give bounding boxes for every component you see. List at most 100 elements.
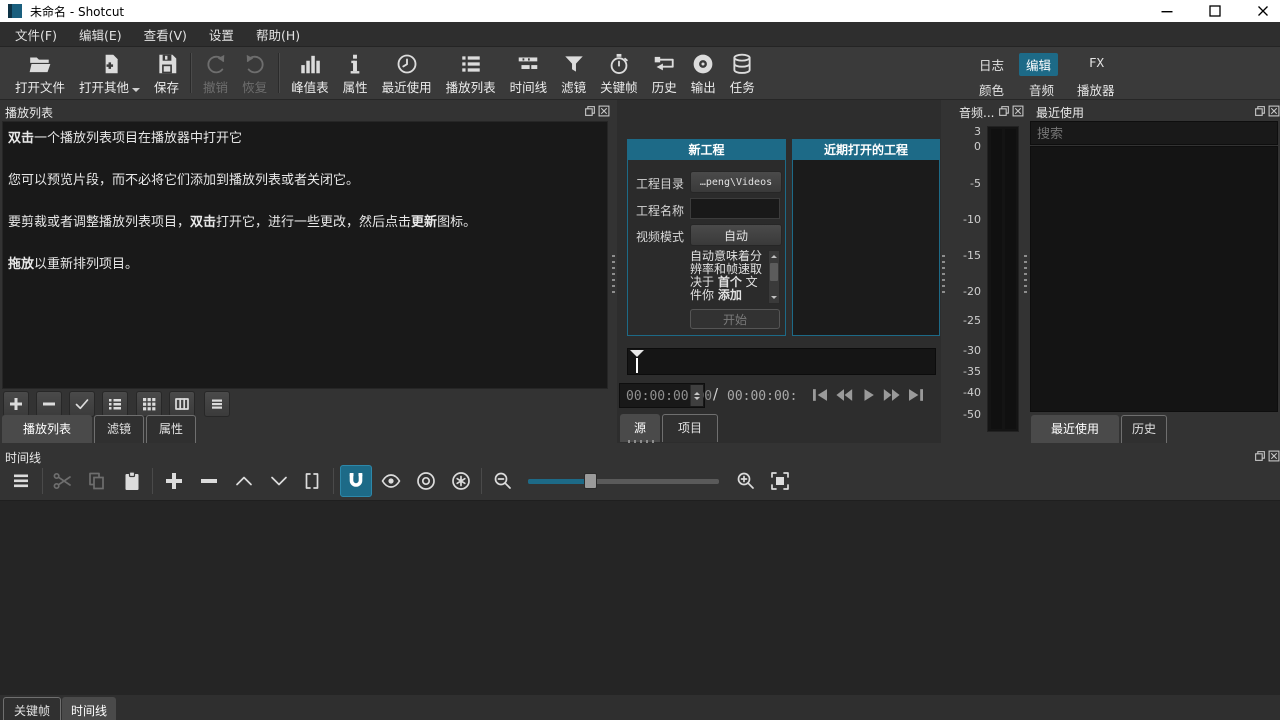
recent-search-input[interactable] [1030, 121, 1278, 145]
video-mode-button[interactable]: 自动 [690, 224, 782, 246]
layout-fx-button[interactable]: FX [1082, 53, 1111, 72]
tab-recent[interactable]: 最近使用 [1031, 415, 1119, 443]
properties-button[interactable]: 属性 [336, 48, 375, 98]
close-panel-icon[interactable] [597, 104, 610, 117]
spin-up-icon[interactable] [694, 389, 700, 395]
layout-player-button[interactable]: 播放器 [1070, 78, 1122, 101]
player-scrubber[interactable] [627, 348, 936, 375]
layout-logging-button[interactable]: 日志 [972, 53, 1011, 76]
close-panel-icon[interactable] [1267, 104, 1280, 117]
splitter-handle[interactable] [612, 255, 615, 295]
close-icon [1257, 5, 1269, 17]
float-panel-icon[interactable] [1253, 449, 1266, 462]
view-details-button[interactable] [102, 391, 128, 417]
recent-list[interactable] [1030, 146, 1278, 412]
playlist-info-area: 双击一个播放列表项目在播放器中打开它 您可以预览片段，而不必将它们添加到播放列表… [2, 121, 608, 389]
spin-down-icon[interactable] [694, 397, 700, 403]
export-button[interactable]: 输出 [684, 48, 723, 98]
minimize-button[interactable] [1152, 0, 1182, 22]
project-dir-button[interactable]: …peng\Videos [690, 171, 782, 193]
scroll-up-icon[interactable] [769, 251, 779, 262]
tab-history[interactable]: 历史 [1121, 415, 1167, 443]
tab-filters[interactable]: 滤镜 [94, 415, 144, 443]
layout-color-button[interactable]: 颜色 [972, 78, 1011, 101]
ripple-all-tracks-button[interactable] [446, 466, 476, 496]
playlist-add-button[interactable] [3, 391, 29, 417]
redo-button[interactable]: 恢复 [235, 48, 274, 98]
undo-button[interactable]: 撤销 [196, 48, 235, 98]
tab-project[interactable]: 项目 [662, 414, 718, 442]
open-file-button[interactable]: 打开文件 [8, 48, 72, 98]
rewind-icon[interactable] [835, 387, 853, 403]
project-dir-label: 工程目录 [636, 175, 684, 192]
zoom-in-button[interactable] [731, 466, 761, 496]
timeline-menu-button[interactable] [6, 466, 36, 496]
splitter-handle[interactable] [628, 440, 654, 443]
tab-keyframes[interactable]: 关键帧 [3, 697, 61, 720]
tab-properties[interactable]: 属性 [146, 415, 196, 443]
scroll-thumb[interactable] [770, 263, 778, 281]
scrub-while-dragging-button[interactable] [376, 466, 406, 496]
start-button[interactable]: 开始 [690, 309, 780, 329]
tab-playlist[interactable]: 播放列表 [2, 415, 92, 443]
peak-meter-button[interactable]: 峰值表 [284, 48, 336, 98]
ripple-delete-button[interactable] [194, 466, 224, 496]
menu-settings[interactable]: 设置 [198, 21, 245, 48]
cut-button[interactable] [48, 466, 78, 496]
lift-button[interactable] [229, 466, 259, 496]
skip-start-icon[interactable] [811, 387, 829, 403]
snap-toggle-button[interactable] [340, 465, 372, 497]
split-button[interactable] [297, 466, 327, 496]
view-icons-button[interactable] [169, 391, 195, 417]
ripple-button[interactable] [411, 466, 441, 496]
menu-file[interactable]: 文件(F) [4, 21, 68, 48]
playlist-update-button[interactable] [69, 391, 95, 417]
close-panel-icon[interactable] [1267, 449, 1280, 462]
playlist-remove-button[interactable] [36, 391, 62, 417]
recent-projects-list[interactable] [793, 160, 939, 335]
float-panel-icon[interactable] [583, 104, 596, 117]
zoom-fit-button[interactable] [765, 466, 795, 496]
copy-button[interactable] [82, 466, 112, 496]
close-panel-icon[interactable] [1011, 104, 1024, 117]
playlist-menu-button[interactable] [204, 391, 230, 417]
float-panel-icon[interactable] [1253, 104, 1266, 117]
splitter-handle[interactable] [942, 255, 945, 295]
filters-button[interactable]: 滤镜 [554, 48, 593, 98]
fast-forward-icon[interactable] [883, 387, 901, 403]
splitter-handle[interactable] [1024, 255, 1027, 295]
project-name-input[interactable] [690, 198, 780, 219]
layout-audio-button[interactable]: 音频 [1022, 78, 1061, 101]
skip-end-icon[interactable] [907, 387, 925, 403]
append-button[interactable] [159, 466, 189, 496]
paste-button[interactable] [117, 466, 147, 496]
menu-view[interactable]: 查看(V) [133, 21, 198, 48]
menu-help[interactable]: 帮助(H) [245, 21, 311, 48]
history-button[interactable]: 历史 [645, 48, 684, 98]
timeline-zoom-slider[interactable] [528, 479, 719, 484]
slider-handle[interactable] [584, 473, 597, 489]
zoom-out-button[interactable] [488, 466, 518, 496]
open-other-button[interactable]: 打开其他 [72, 48, 147, 98]
overwrite-button[interactable] [264, 466, 294, 496]
timecode-spinner[interactable] [690, 385, 703, 406]
scroll-down-icon[interactable] [769, 292, 779, 303]
timeline-tracks-area[interactable] [0, 500, 1280, 695]
menu-edit[interactable]: 编辑(E) [68, 21, 133, 48]
keyframes-button[interactable]: 关键帧 [593, 48, 645, 98]
float-panel-icon[interactable] [997, 104, 1010, 117]
timeline-button[interactable]: 时间线 [503, 48, 555, 98]
close-button[interactable] [1248, 0, 1278, 22]
play-icon[interactable] [859, 387, 877, 403]
tab-source[interactable]: 源 [620, 414, 660, 442]
timecode-spinbox[interactable]: 00:00:00:00 [619, 383, 705, 408]
tab-timeline[interactable]: 时间线 [62, 697, 116, 720]
playlist-button[interactable]: 播放列表 [439, 48, 503, 98]
maximize-button[interactable] [1200, 0, 1230, 22]
jobs-button[interactable]: 任务 [723, 48, 762, 98]
hint-scrollbar[interactable] [768, 250, 780, 304]
view-tiles-button[interactable] [136, 391, 162, 417]
recent-button[interactable]: 最近使用 [375, 48, 439, 98]
layout-editing-button[interactable]: 编辑 [1019, 53, 1058, 76]
save-button[interactable]: 保存 [147, 48, 186, 98]
